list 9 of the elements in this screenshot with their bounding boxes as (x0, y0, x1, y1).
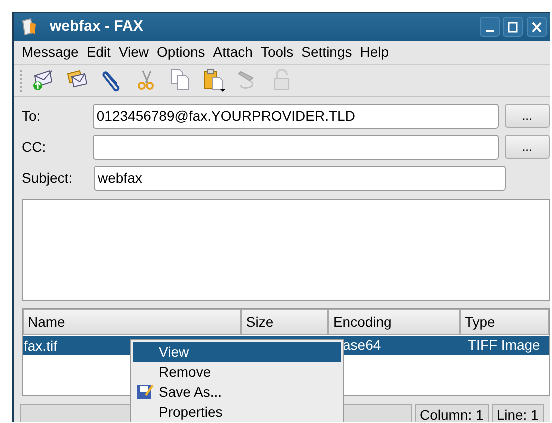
window-title: webfax - FAX (50, 16, 144, 37)
field-label: Subject: (22, 168, 74, 188)
table-cell-text: ase64 (342, 336, 382, 354)
table-cell: TIFF Image (467, 336, 540, 354)
status-text: Line: 1 (492, 404, 544, 422)
field-label: CC: (22, 138, 48, 156)
field-label: To: (22, 106, 42, 126)
status-text: Column: 1 (415, 404, 489, 422)
table-cell: fax.tif (23, 338, 58, 354)
